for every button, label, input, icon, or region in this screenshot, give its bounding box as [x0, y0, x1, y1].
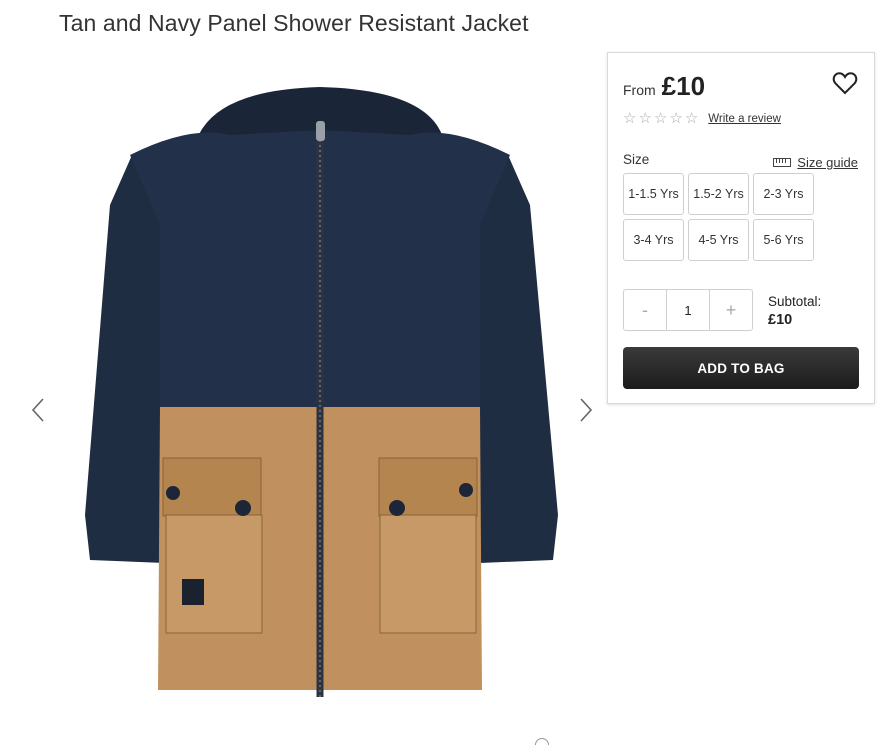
product-title: Tan and Navy Panel Shower Resistant Jack…	[59, 10, 529, 36]
size-option[interactable]: 2-3 Yrs	[753, 173, 814, 215]
product-image	[85, 87, 558, 697]
quantity-stepper: - 1 +	[623, 289, 753, 331]
add-to-bag-button[interactable]: ADD TO BAG	[623, 347, 859, 389]
subtotal-value: £10	[768, 312, 793, 328]
quantity-decrement-button[interactable]: -	[624, 290, 666, 330]
price-prefix: From	[623, 82, 656, 98]
subtotal: Subtotal: £10	[768, 293, 821, 329]
star-outline-icon: ☆	[669, 110, 683, 127]
quantity-increment-button[interactable]: +	[710, 290, 752, 330]
purchase-panel: From £10 ☆ ☆ ☆ ☆ ☆ Write a review Size S…	[607, 52, 875, 404]
gallery-next-button[interactable]	[574, 395, 598, 425]
price-row: From £10	[623, 71, 705, 102]
size-option[interactable]: 5-6 Yrs	[753, 219, 814, 261]
ruler-icon	[773, 158, 792, 167]
star-outline-icon: ☆	[623, 110, 637, 127]
quantity-input[interactable]: 1	[666, 290, 710, 330]
subtotal-label: Subtotal:	[768, 294, 822, 309]
size-option[interactable]: 4-5 Yrs	[688, 219, 749, 261]
chevron-left-icon	[31, 398, 44, 422]
size-option[interactable]: 3-4 Yrs	[623, 219, 684, 261]
write-review-link[interactable]: Write a review	[708, 113, 781, 125]
price-value: £10	[661, 71, 706, 101]
wishlist-button[interactable]	[832, 71, 858, 95]
star-outline-icon: ☆	[653, 110, 668, 127]
size-guide-link[interactable]: Size guide	[773, 155, 858, 170]
size-guide-label: Size guide	[797, 155, 858, 170]
size-option[interactable]: 1.5-2 Yrs	[688, 173, 749, 215]
star-rating: ☆ ☆ ☆ ☆ ☆	[623, 111, 698, 126]
gallery-prev-button[interactable]	[26, 395, 50, 425]
size-options: 1-1.5 Yrs 1.5-2 Yrs 2-3 Yrs 3-4 Yrs 4-5 …	[623, 173, 814, 261]
chevron-right-icon	[580, 398, 593, 422]
size-label: Size	[623, 152, 650, 167]
star-outline-icon: ☆	[638, 110, 652, 127]
heart-icon	[832, 72, 858, 95]
gallery-dot[interactable]	[535, 738, 549, 745]
size-option[interactable]: 1-1.5 Yrs	[623, 173, 684, 215]
star-outline-icon: ☆	[684, 110, 699, 127]
rating-row: ☆ ☆ ☆ ☆ ☆ Write a review	[623, 111, 781, 126]
